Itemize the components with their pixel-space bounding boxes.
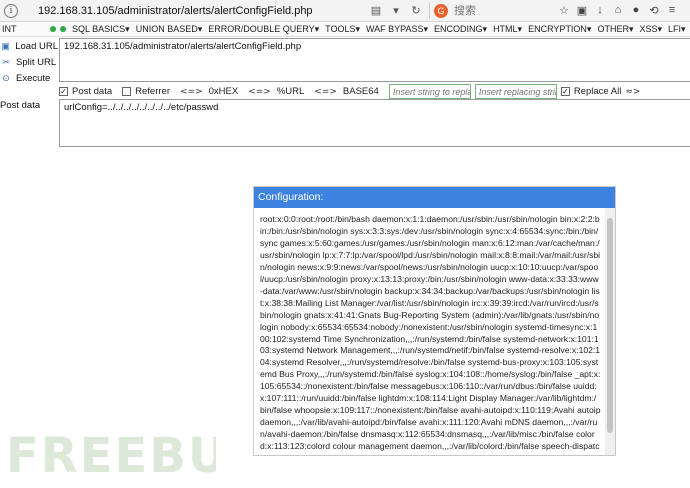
hackbar-menu: INT SQL BASICS▾ UNION BASED▾ ERROR/DOUBL… xyxy=(0,22,690,37)
replace-all-checkbox[interactable]: ✓ Replace All ≈> xyxy=(560,86,640,97)
encode-arrow-icon[interactable]: <=> xyxy=(180,87,203,97)
url-encoder[interactable]: <=> %URL xyxy=(248,86,304,97)
dropdown-icon[interactable]: ▾ xyxy=(389,4,403,17)
post-data-checkbox[interactable]: ✓ Post data xyxy=(59,86,112,97)
reload-icon[interactable]: ↻ xyxy=(409,4,423,17)
status-dot-icon xyxy=(50,26,56,32)
base64-label: BASE64 xyxy=(342,86,379,97)
home-icon[interactable]: ⌂ xyxy=(611,4,625,17)
hackbar-actions: ▣ Load URL ✂ Split URL ⊙ Execute xyxy=(0,38,58,86)
configuration-content: root:x:0:0:root:/root:/bin/bash daemon:x… xyxy=(260,214,601,455)
int-select[interactable]: INT xyxy=(0,24,46,34)
load-url-button[interactable]: ▣ Load URL xyxy=(0,38,58,54)
replace-all-label: Replace All xyxy=(573,86,622,97)
menu-html[interactable]: HTML▾ xyxy=(493,24,522,35)
referrer-label: Referrer xyxy=(135,86,170,97)
browser-toolbar: i 192.168.31.105/administrator/alerts/al… xyxy=(0,0,690,22)
svg-text:FREEBUF: FREEBUF xyxy=(6,428,216,484)
menu-union-based[interactable]: UNION BASED▾ xyxy=(136,24,203,35)
checkbox-unchecked-icon[interactable] xyxy=(122,87,132,96)
download-icon[interactable]: ↓ xyxy=(593,4,607,17)
menu-error-double-query[interactable]: ERROR/DOUBLE QUERY▾ xyxy=(208,24,319,35)
url-encode-label: %URL xyxy=(276,86,305,97)
replace-to-input[interactable] xyxy=(474,84,557,99)
bookmark-star-icon[interactable]: ☆ xyxy=(557,4,571,17)
menu-encoding[interactable]: ENCODING▾ xyxy=(434,24,487,35)
menu-lfi[interactable]: LFI▾ xyxy=(668,24,686,35)
post-data-checkbox-label: Post data xyxy=(72,86,113,97)
menu-tools[interactable]: TOOLS▾ xyxy=(325,24,360,35)
configuration-panel: Configuration: root:x:0:0:root:/root:/bi… xyxy=(253,186,616,456)
menu-waf-bypass[interactable]: WAF BYPASS▾ xyxy=(366,24,428,35)
menu-sql-basics[interactable]: SQL BASICS▾ xyxy=(72,24,130,35)
sync-icon[interactable]: ⟲ xyxy=(647,4,661,17)
reader-view-icon[interactable]: ▤ xyxy=(369,4,383,17)
replace-from-input[interactable] xyxy=(388,84,471,99)
execute-label: Execute xyxy=(16,72,51,84)
base64-encoder[interactable]: <=> BASE64 xyxy=(314,86,379,97)
status-dot-icon xyxy=(60,26,66,32)
checkbox-checked-icon[interactable]: ✓ xyxy=(560,87,570,96)
split-url-label: Split URL xyxy=(16,56,57,68)
freebuf-watermark-logo: FREEBUF xyxy=(6,428,216,484)
url-textarea[interactable]: 192.168.31.105/administrator/alerts/aler… xyxy=(59,38,690,82)
checkbox-checked-icon[interactable]: ✓ xyxy=(59,87,68,96)
search-box[interactable]: G xyxy=(429,2,549,19)
reading-list-icon[interactable]: ▣ xyxy=(575,4,589,17)
execute-icon: ⊙ xyxy=(2,72,10,83)
referrer-checkbox[interactable]: Referrer xyxy=(122,86,170,97)
menu-other[interactable]: OTHER▾ xyxy=(597,24,633,35)
split-url-button[interactable]: ✂ Split URL xyxy=(0,54,58,70)
hex-label: 0xHEX xyxy=(208,86,239,97)
configuration-scrollbar[interactable] xyxy=(605,208,615,455)
execute-button[interactable]: ⊙ Execute xyxy=(0,70,58,86)
load-url-icon: ▣ xyxy=(1,40,10,51)
load-url-label: Load URL xyxy=(15,40,58,52)
encode-arrow-icon[interactable]: <=> xyxy=(248,87,271,97)
address-bar[interactable]: 192.168.31.105/administrator/alerts/aler… xyxy=(38,5,363,17)
account-icon[interactable]: ● xyxy=(629,4,643,17)
search-input[interactable] xyxy=(454,4,544,17)
menu-xss[interactable]: XSS▾ xyxy=(640,24,663,35)
options-row: ✓ Post data Referrer <=> 0xHEX <=> %URL … xyxy=(59,83,690,100)
scrollbar-thumb[interactable] xyxy=(607,218,613,433)
replace-arrow-icon[interactable]: ≈> xyxy=(625,87,640,97)
configuration-title: Configuration: xyxy=(254,187,615,208)
menu-icon[interactable]: ≡ xyxy=(665,4,679,17)
menu-encryption[interactable]: ENCRYPTION▾ xyxy=(528,24,591,35)
encode-arrow-icon[interactable]: <=> xyxy=(314,87,337,97)
search-engine-icon: G xyxy=(434,3,448,18)
hex-encoder[interactable]: <=> 0xHEX xyxy=(180,86,238,97)
post-data-textarea[interactable]: urlConfig=../../../../../../../../etc/pa… xyxy=(59,99,690,147)
split-url-icon: ✂ xyxy=(2,56,10,67)
info-icon[interactable]: i xyxy=(4,3,18,18)
toolbar-icons: ☆ ▣ ↓ ⌂ ● ⟲ ≡ xyxy=(557,4,679,17)
post-data-label: Post data xyxy=(0,100,41,111)
